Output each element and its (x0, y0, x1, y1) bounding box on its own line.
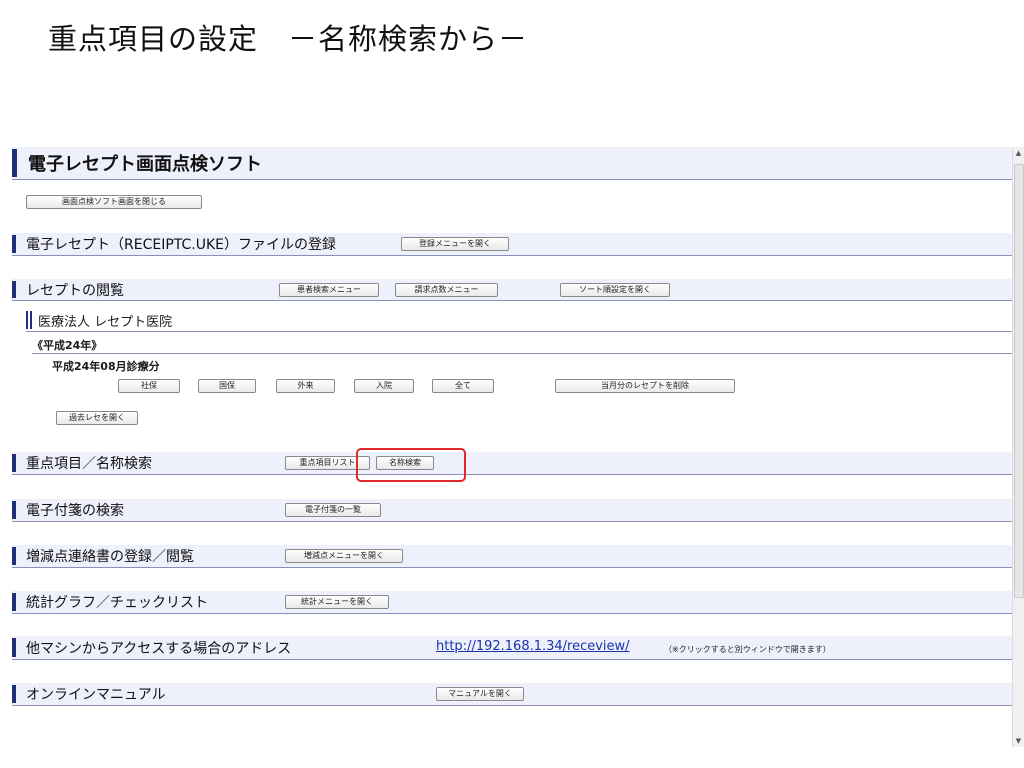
patient-search-menu-button[interactable]: 患者検索メニュー (279, 283, 379, 297)
delete-month-button[interactable]: 当月分のレセプトを削除 (555, 379, 735, 393)
sticky-list-button[interactable]: 電子付箋の一覧 (285, 503, 381, 517)
close-app-button[interactable]: 画面点検ソフト画面を閉じる (26, 195, 202, 209)
register-label: 電子レセプト（RECEIPTC.UKE）ファイルの登録 (26, 237, 336, 253)
scroll-up-icon[interactable]: ▲ (1013, 147, 1024, 159)
view-section: レセプトの閲覧 患者検索メニュー 請求点数メニュー ソート順設定を開く (12, 279, 1012, 301)
scroll-down-icon[interactable]: ▼ (1013, 735, 1024, 747)
adjust-menu-button[interactable]: 増減点メニューを開く (285, 549, 403, 563)
section-marker (12, 685, 16, 703)
filter-inpatient-button[interactable]: 入院 (354, 379, 414, 393)
section-marker (12, 593, 16, 611)
priority-label: 重点項目／名称検索 (26, 456, 152, 472)
facility-row: 医療法人 レセプト医院 (26, 309, 1012, 332)
adjust-label: 増減点連絡書の登録／閲覧 (26, 549, 194, 565)
sticky-label: 電子付箋の検索 (26, 503, 124, 519)
manual-label: オンラインマニュアル (26, 687, 166, 703)
open-manual-button[interactable]: マニュアルを開く (436, 687, 524, 701)
manual-section: オンラインマニュアル マニュアルを開く (12, 683, 1012, 706)
open-register-menu-button[interactable]: 登録メニューを開く (401, 237, 509, 251)
section-marker (12, 281, 16, 298)
stats-section: 統計グラフ／チェックリスト 統計メニューを開く (12, 591, 1012, 614)
slide-title: 重点項目の設定 －名称検索から－ (48, 22, 529, 56)
view-label: レセプトの閲覧 (26, 282, 124, 299)
facility-name: 医療法人 レセプト医院 (38, 315, 173, 330)
section-marker (12, 454, 16, 472)
section-marker (12, 235, 16, 253)
filter-shaho-button[interactable]: 社保 (118, 379, 180, 393)
access-section: 他マシンからアクセスする場合のアドレス http://192.168.1.34/… (12, 636, 1012, 660)
year-heading: 《平成24年》 (32, 339, 103, 352)
filter-outpatient-button[interactable]: 外来 (276, 379, 335, 393)
register-section: 電子レセプト（RECEIPTC.UKE）ファイルの登録 登録メニューを開く (12, 233, 1012, 256)
access-url-link[interactable]: http://192.168.1.34/receview/ (436, 639, 630, 654)
section-marker (12, 638, 16, 657)
scroll-thumb[interactable] (1014, 164, 1024, 598)
section-marker (12, 547, 16, 565)
section-marker (12, 149, 17, 177)
open-past-receipts-button[interactable]: 過去レセを開く (56, 411, 138, 425)
stats-menu-button[interactable]: 統計メニューを開く (285, 595, 389, 609)
year-divider (32, 353, 1012, 354)
access-label: 他マシンからアクセスする場合のアドレス (26, 640, 292, 657)
app-title-band: 電子レセプト画面点検ソフト (12, 147, 1012, 180)
filter-kokuho-button[interactable]: 国保 (198, 379, 256, 393)
section-marker (12, 501, 16, 519)
month-heading: 平成24年08月診療分 (52, 360, 160, 373)
facility-marker (26, 311, 32, 329)
app-window: 電子レセプト画面点検ソフト 画面点検ソフト画面を閉じる 電子レセプト（RECEI… (12, 147, 1012, 747)
stats-label: 統計グラフ／チェックリスト (26, 595, 208, 611)
priority-section: 重点項目／名称検索 重点項目リスト 名称検索 (12, 452, 1012, 475)
vertical-scrollbar[interactable]: ▲ ▼ (1012, 147, 1024, 747)
adjust-section: 増減点連絡書の登録／閲覧 増減点メニューを開く (12, 545, 1012, 568)
claim-points-menu-button[interactable]: 請求点数メニュー (395, 283, 498, 297)
sort-settings-button[interactable]: ソート順設定を開く (560, 283, 670, 297)
access-note: （※クリックすると別ウィンドウで開きます） (664, 645, 831, 654)
sticky-section: 電子付箋の検索 電子付箋の一覧 (12, 499, 1012, 522)
filter-all-button[interactable]: 全て (432, 379, 494, 393)
app-title: 電子レセプト画面点検ソフト (28, 154, 262, 175)
highlight-frame (356, 448, 466, 482)
